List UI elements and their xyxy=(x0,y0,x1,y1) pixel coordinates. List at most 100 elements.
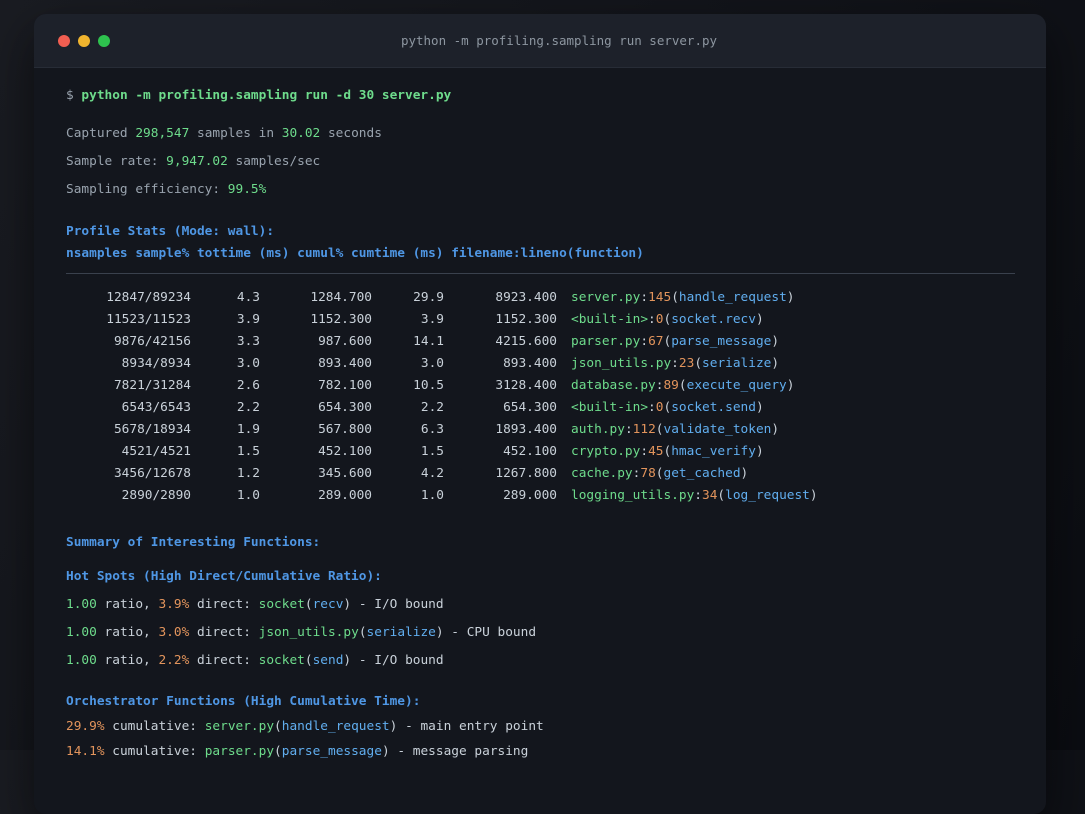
efficiency-line: Sampling efficiency: 99.5% xyxy=(66,179,1015,201)
function-name: handle_request xyxy=(281,719,390,734)
cumtime-value: 452.100 xyxy=(503,444,557,459)
filename: crypto.py xyxy=(571,444,641,459)
close-paren: ) xyxy=(755,444,764,459)
minimize-button[interactable] xyxy=(78,34,90,47)
function-location: crypto.py:45(hmac_verify) xyxy=(571,444,764,459)
open-paren: ( xyxy=(717,488,726,503)
filename: auth.py xyxy=(571,422,625,437)
nsamples-value: 9876/42156 xyxy=(113,334,191,349)
function-name: socket.send xyxy=(671,400,756,415)
profile-table: 12847/89234 4.3 1284.700 29.9 8923.400 server… xyxy=(66,287,1015,507)
filename: <built-in> xyxy=(571,312,649,327)
hot-spot-item: 1.00 ratio, 3.9% direct: socket(recv) - … xyxy=(66,594,1015,616)
ratio-value: 1.00 xyxy=(66,653,97,668)
sample-pct-value: 1.9 xyxy=(236,422,260,437)
target-name: socket xyxy=(258,653,305,668)
target-name: socket xyxy=(258,597,305,612)
cumul-pct-value: 6.3 xyxy=(420,422,444,437)
terminal-window: python -m profiling.sampling run server.… xyxy=(34,14,1046,814)
ratio-value: 1.00 xyxy=(66,597,97,612)
cumul-pct-value: 14.1 xyxy=(413,334,444,349)
open-paren: ( xyxy=(274,719,282,734)
function-name: serialize xyxy=(366,625,436,640)
close-paren: ) xyxy=(343,597,352,612)
line-number: 67 xyxy=(648,334,664,349)
line-number: 78 xyxy=(640,466,656,481)
function-name: handle_request xyxy=(678,290,787,305)
filename: cache.py xyxy=(571,466,633,481)
function-location: auth.py:112(validate_token) xyxy=(571,422,779,437)
captured-duration-value: 30.02 xyxy=(281,126,321,141)
function-name: serialize xyxy=(702,356,772,371)
function-name: hmac_verify xyxy=(671,444,756,459)
cumul-pct-value: 1.5 xyxy=(420,444,444,459)
maximize-button[interactable] xyxy=(98,34,110,47)
line-number: 34 xyxy=(702,488,718,503)
function-name: recv xyxy=(312,597,344,612)
cumtime-value: 1893.400 xyxy=(495,422,557,437)
orchestrator-list: 29.9% cumulative: server.py(handle_reque… xyxy=(66,716,1015,763)
close-paren: ) xyxy=(435,625,444,640)
open-paren: ( xyxy=(678,378,687,393)
sample-pct-value: 3.9 xyxy=(236,312,260,327)
tottime-value: 567.800 xyxy=(318,422,372,437)
ratio-label: ratio, xyxy=(96,597,159,612)
open-paren: ( xyxy=(358,625,367,640)
table-row: 12847/89234 4.3 1284.700 29.9 8923.400 server… xyxy=(66,287,1015,309)
function-location: parser.py:67(parse_message) xyxy=(571,334,779,349)
function-name: get_cached xyxy=(663,466,741,481)
captured-middle-label: samples in xyxy=(189,126,282,141)
cumtime-value: 1152.300 xyxy=(495,312,557,327)
open-paren: ( xyxy=(694,356,703,371)
sample-pct-value: 2.6 xyxy=(236,378,260,393)
colon-separator: : xyxy=(624,422,633,437)
target-name: parser.py xyxy=(204,744,275,759)
line-number: 23 xyxy=(678,356,695,371)
close-paren: ) xyxy=(771,334,780,349)
direct-label: direct: xyxy=(189,653,259,668)
orchestrator-heading: Orchestrator Functions (High Cumulative … xyxy=(66,694,421,709)
sample-pct-value: 4.3 xyxy=(236,290,260,305)
open-paren: ( xyxy=(274,744,282,759)
ratio-label: ratio, xyxy=(96,625,159,640)
direct-pct-value: 3.0% xyxy=(158,625,190,640)
hot-spot-item: 1.00 ratio, 3.0% direct: json_utils.py(s… xyxy=(66,622,1015,644)
cumtime-value: 289.000 xyxy=(503,488,557,503)
window-title: python -m profiling.sampling run server.… xyxy=(400,33,718,48)
cumtime-value: 3128.400 xyxy=(495,378,557,393)
close-paren: ) xyxy=(771,422,780,437)
efficiency-value: 99.5% xyxy=(227,182,267,197)
cumulative-label: cumulative: xyxy=(104,744,205,759)
bound-note: - I/O bound xyxy=(351,597,444,612)
bound-note: - CPU bound xyxy=(443,625,537,640)
open-paren: ( xyxy=(304,597,313,612)
table-row: 11523/11523 3.9 1152.300 3.9 1152.300 <built-… xyxy=(66,309,1015,331)
filename: <built-in> xyxy=(571,400,649,415)
close-button[interactable] xyxy=(58,34,70,47)
line-number: 45 xyxy=(648,444,664,459)
cumul-pct-value: 3.0 xyxy=(420,356,444,371)
function-name: validate_token xyxy=(663,422,772,437)
close-paren: ) xyxy=(786,378,795,393)
colon-separator: : xyxy=(671,356,679,371)
terminal-content: $ python -m profiling.sampling run -d 30… xyxy=(34,68,1046,763)
tottime-value: 654.300 xyxy=(318,400,372,415)
ratio-value: 1.00 xyxy=(66,625,97,640)
tottime-value: 452.100 xyxy=(318,444,372,459)
direct-label: direct: xyxy=(189,625,259,640)
window-titlebar[interactable]: python -m profiling.sampling run server.… xyxy=(34,14,1046,68)
open-paren: ( xyxy=(304,653,313,668)
captured-line: Captured 298,547 samples in 30.02 second… xyxy=(66,123,1015,145)
function-location: json_utils.py:23(serialize) xyxy=(571,356,779,371)
table-row: 5678/18934 1.9 567.800 6.3 1893.400 auth.py:1… xyxy=(66,419,1015,441)
table-row: 2890/2890 1.0 289.000 1.0 289.000 logging_uti… xyxy=(66,485,1015,507)
hot-spot-item: 1.00 ratio, 2.2% direct: socket(send) - … xyxy=(66,650,1015,672)
close-paren: ) xyxy=(786,290,795,305)
direct-label: direct: xyxy=(189,597,259,612)
function-name: log_request xyxy=(725,488,810,503)
nsamples-value: 4521/4521 xyxy=(121,444,191,459)
close-paren: ) xyxy=(809,488,818,503)
table-row: 9876/42156 3.3 987.600 14.1 4215.600 parser.p… xyxy=(66,331,1015,353)
function-location: <built-in>:0(socket.send) xyxy=(571,400,764,415)
captured-suffix-label: seconds xyxy=(320,126,382,141)
